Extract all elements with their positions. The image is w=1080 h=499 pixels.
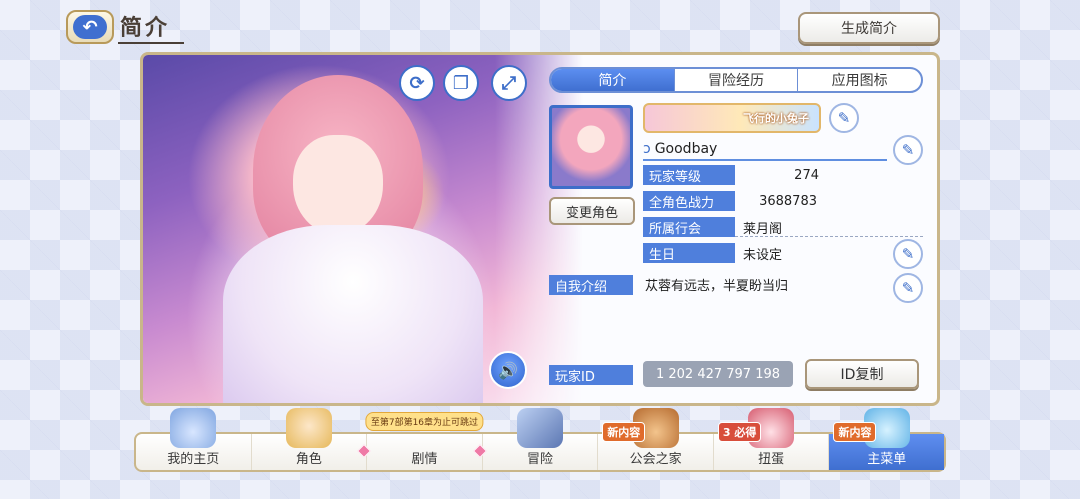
castle-icon <box>170 408 217 448</box>
birthday-label: 生日 <box>643 243 735 263</box>
change-character-button[interactable]: 变更角色 <box>549 197 635 225</box>
nav-label-main-menu: 主菜单 <box>867 452 907 467</box>
level-value: 274 <box>794 167 819 183</box>
info-row-power: 全角色战力 3688783 <box>643 191 823 211</box>
intro-text: 苁蓉有远志，半夏盼当归 <box>645 279 789 294</box>
edit-intro-pencil-icon[interactable]: ✎ <box>893 273 923 303</box>
nav-item-story[interactable]: 至第7部第16章为止可跳过 剧情 <box>357 412 484 470</box>
tab-app-icon[interactable]: 应用图标 <box>797 69 921 91</box>
nav-item-gacha[interactable]: 3 必得 扭蛋 <box>712 408 829 470</box>
guild-label: 所属行会 <box>643 217 735 237</box>
avatar <box>549 105 633 189</box>
nav-label-home: 我的主页 <box>167 452 220 467</box>
divider <box>735 236 923 237</box>
info-row-level: 玩家等级 274 <box>643 165 825 185</box>
bottom-nav: 我的主页 角色 至第7部第16章为止可跳过 剧情 冒险 新内容 公会之家 3 必… <box>134 408 946 472</box>
rotate-icon[interactable]: ⟳ <box>399 65 435 101</box>
copy-icon[interactable]: ❐ <box>443 65 479 101</box>
tab-profile[interactable]: 简介 <box>551 69 674 91</box>
character-icon <box>285 408 332 448</box>
character-art <box>143 55 583 403</box>
page-title: 简介 <box>120 16 171 41</box>
tab-adventure-history[interactable]: 冒险经历 <box>673 69 798 91</box>
nav-label-story: 剧情 <box>411 452 438 467</box>
profile-panel: ⟳ ❐ ⤢ 🔊 简介 冒险经历 应用图标 变更角色 飞行的小兔子 ✎ ↄ Goo… <box>140 52 940 406</box>
character-dress <box>223 225 483 403</box>
title-banner-text: 飞行的小兔子 <box>743 112 809 125</box>
back-arrow-icon: ↶ <box>73 15 107 39</box>
new-content-badge: 新内容 <box>833 422 877 442</box>
nav-label-gacha: 扭蛋 <box>758 452 785 467</box>
nav-item-adventure[interactable]: 冒险 <box>472 408 598 470</box>
expand-icon[interactable]: ⤢ <box>491 65 527 101</box>
info-row-guild: 所属行会 莱月阁 <box>643 217 782 237</box>
back-button[interactable]: ↶ <box>66 10 114 44</box>
nav-item-home[interactable]: 我的主页 <box>136 408 251 470</box>
nav-label-characters: 角色 <box>295 452 322 467</box>
nav-item-characters[interactable]: 角色 <box>250 408 367 470</box>
copy-id-button[interactable]: ID复制 <box>805 359 919 389</box>
edit-name-pencil-icon[interactable]: ✎ <box>893 135 923 165</box>
power-label: 全角色战力 <box>643 191 735 211</box>
player-id-label: 玩家ID <box>549 365 633 385</box>
edit-birthday-pencil-icon[interactable]: ✎ <box>893 239 923 269</box>
swirl-icon: ↄ <box>643 141 651 157</box>
nav-item-main-menu[interactable]: 新内容 主菜单 <box>828 408 945 470</box>
guild-value: 莱月阁 <box>743 221 783 237</box>
player-id-value: 1 202 427 797 198 <box>643 361 793 387</box>
sound-icon[interactable]: 🔊 <box>489 351 527 389</box>
player-name: Goodbay <box>654 141 718 157</box>
nav-label-guild-house: 公会之家 <box>629 452 682 467</box>
sword-shield-icon <box>517 408 564 448</box>
power-value: 3688783 <box>759 193 817 209</box>
generate-profile-button[interactable]: 生成简介 <box>798 12 940 44</box>
player-name-line: ↄ Goodbay <box>643 139 887 161</box>
intro-label: 自我介绍 <box>549 275 633 295</box>
title-banner: 飞行的小兔子 <box>643 103 821 133</box>
new-content-badge: 新内容 <box>602 422 646 442</box>
profile-tabs: 简介 冒险经历 应用图标 <box>549 67 923 93</box>
character-face <box>293 135 383 235</box>
story-skip-badge: 至第7部第16章为止可跳过 <box>365 412 484 431</box>
title-underline <box>118 42 184 44</box>
nav-item-guild-house[interactable]: 新内容 公会之家 <box>597 408 713 470</box>
info-row-birthday: 生日 未设定 <box>643 243 782 263</box>
level-label: 玩家等级 <box>643 165 735 185</box>
nav-label-adventure: 冒险 <box>527 452 554 467</box>
edit-title-pencil-icon[interactable]: ✎ <box>829 103 859 133</box>
gacha-guaranteed-badge: 3 必得 <box>717 422 762 442</box>
birthday-value: 未设定 <box>743 247 783 263</box>
